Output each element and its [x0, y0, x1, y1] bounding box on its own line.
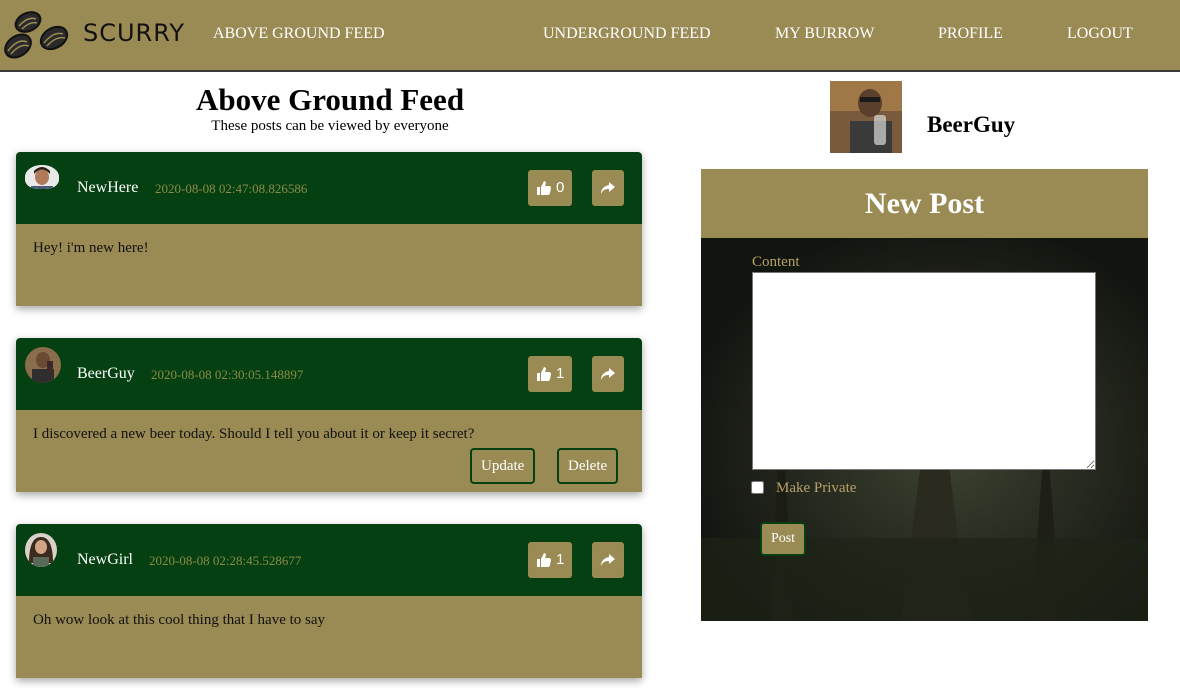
make-private-checkbox[interactable] [751, 481, 764, 494]
share-arrow-icon [601, 368, 615, 380]
nav-underground-feed[interactable]: UNDERGROUND FEED [543, 25, 711, 43]
nav-profile[interactable]: PROFILE [938, 25, 1003, 43]
post-body: Hey! i'm new here! [16, 224, 642, 306]
post-body: I discovered a new beer today. Should I … [16, 410, 642, 492]
post-header: BeerGuy 2020-08-08 02:30:05.148897 1 [16, 338, 642, 410]
page-subtitle: These posts can be viewed by everyone [211, 118, 449, 134]
post-header: NewHere 2020-08-08 02:47:08.826586 0 [16, 152, 642, 224]
post-content: I discovered a new beer today. Should I … [33, 426, 475, 442]
post-username[interactable]: BeerGuy [77, 365, 135, 383]
post-timestamp: 2020-08-08 02:28:45.528677 [149, 553, 302, 568]
post-body: Oh wow look at this cool thing that I ha… [16, 596, 642, 678]
post-content: Hey! i'm new here! [33, 240, 149, 256]
thumbs-up-icon [537, 553, 551, 567]
like-button[interactable]: 1 [528, 356, 572, 392]
share-arrow-icon [601, 182, 615, 194]
thumbs-up-icon [537, 181, 551, 195]
avatar [25, 533, 57, 567]
content-label: Content [752, 254, 800, 270]
post-timestamp: 2020-08-08 02:30:05.148897 [151, 367, 304, 382]
thumbs-up-icon [537, 367, 551, 381]
delete-button[interactable]: Delete [557, 448, 619, 484]
brand-name: SCURRY [83, 19, 186, 47]
post-card: NewHere 2020-08-08 02:47:08.826586 0 Hey… [16, 152, 642, 306]
profile-avatar [830, 81, 902, 153]
share-button[interactable] [592, 170, 624, 206]
like-count: 1 [556, 551, 565, 568]
top-nav: SCURRY ABOVE GROUND FEED UNDERGROUND FEE… [0, 0, 1180, 72]
post-button[interactable]: Post [760, 522, 806, 556]
nav-my-burrow[interactable]: MY BURROW [775, 25, 874, 43]
avatar [25, 165, 59, 189]
avatar [25, 347, 61, 383]
like-button[interactable]: 0 [528, 170, 572, 206]
like-count: 1 [556, 365, 565, 382]
new-post-title: New Post [701, 169, 1148, 238]
post-username[interactable]: NewGirl [77, 551, 133, 569]
post-username[interactable]: NewHere [77, 179, 138, 197]
new-post-form: Content Make Private Post [701, 238, 1148, 621]
page-title: Above Ground Feed [195, 82, 465, 117]
post-timestamp: 2020-08-08 02:47:08.826586 [155, 181, 308, 196]
update-button[interactable]: Update [470, 448, 536, 484]
content-textarea[interactable] [752, 272, 1096, 470]
make-private-label[interactable]: Make Private [776, 480, 856, 497]
share-arrow-icon [601, 554, 615, 566]
post-card: BeerGuy 2020-08-08 02:30:05.148897 1 I d… [16, 338, 642, 492]
nav-above-ground-feed[interactable]: ABOVE GROUND FEED [213, 25, 385, 43]
like-count: 0 [556, 179, 565, 196]
post-card: NewGirl 2020-08-08 02:28:45.528677 1 Oh … [16, 524, 642, 678]
acorn-seeds-logo-icon [4, 11, 69, 59]
like-button[interactable]: 1 [528, 542, 572, 578]
nav-logout[interactable]: LOGOUT [1067, 25, 1133, 43]
share-button[interactable] [592, 356, 624, 392]
share-button[interactable] [592, 542, 624, 578]
profile-username: BeerGuy [927, 112, 1016, 137]
post-content: Oh wow look at this cool thing that I ha… [33, 612, 326, 628]
post-header: NewGirl 2020-08-08 02:28:45.528677 1 [16, 524, 642, 596]
